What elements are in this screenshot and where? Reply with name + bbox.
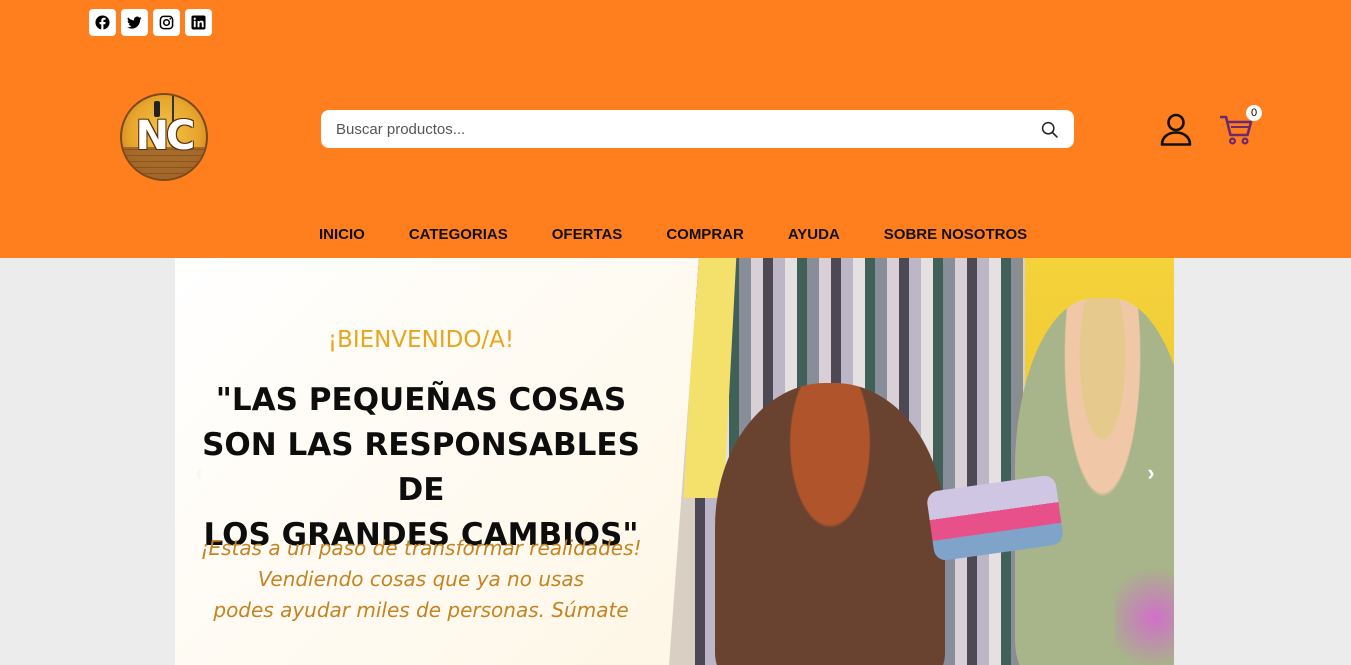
- hero-carousel: ¡BIENVENIDO/A! "LAS PEQUEÑAS COSAS SON L…: [175, 258, 1174, 665]
- linkedin-icon: [191, 15, 206, 30]
- search-input[interactable]: [336, 110, 1026, 148]
- hero-welcome: ¡BIENVENIDO/A!: [327, 327, 515, 353]
- nav-inicio[interactable]: INICIO: [297, 226, 387, 244]
- nav-categorias[interactable]: CATEGORIAS: [387, 226, 530, 244]
- search-bar: [321, 110, 1074, 148]
- quote-line: SON LAS RESPONSABLES DE: [202, 427, 640, 508]
- nav-sobre-nosotros[interactable]: SOBRE NOSOTROS: [862, 226, 1049, 244]
- facebook-icon: [95, 15, 110, 30]
- social-links: [89, 9, 212, 36]
- twitter-icon: [127, 16, 142, 29]
- quote-line: "LAS PEQUEÑAS COSAS: [215, 382, 627, 418]
- nav-comprar[interactable]: COMPRAR: [644, 226, 766, 244]
- instagram-icon: [159, 15, 174, 30]
- subtitle-line: ¡Estas a un paso de transformar realidad…: [200, 536, 642, 560]
- cart-count-badge: 0: [1246, 105, 1262, 121]
- linkedin-link[interactable]: [185, 9, 212, 36]
- photo-woman-left: [715, 383, 945, 665]
- twitter-link[interactable]: [121, 9, 148, 36]
- instagram-link[interactable]: [153, 9, 180, 36]
- carousel-prev-button[interactable]: ‹: [187, 458, 211, 488]
- site-header: NC 0 INICIO CATEGORIAS OFERTAS COMPRAR A…: [0, 0, 1351, 258]
- hero-quote: "LAS PEQUEÑAS COSAS SON LAS RESPONSABLES…: [175, 378, 667, 558]
- user-icon[interactable]: [1159, 112, 1193, 146]
- main-nav: INICIO CATEGORIAS OFERTAS COMPRAR AYUDA …: [297, 226, 1049, 244]
- nav-ayuda[interactable]: AYUDA: [766, 226, 862, 244]
- photo-glow: [1115, 558, 1174, 665]
- nav-ofertas[interactable]: OFERTAS: [530, 226, 645, 244]
- hero-subtitle: ¡Estas a un paso de transformar realidad…: [175, 533, 667, 626]
- carousel-next-button[interactable]: ›: [1139, 458, 1163, 488]
- subtitle-line: podes ayudar miles de personas. Súmate: [213, 598, 629, 622]
- facebook-link[interactable]: [89, 9, 116, 36]
- site-logo[interactable]: NC: [120, 93, 208, 181]
- search-icon[interactable]: [1041, 121, 1058, 138]
- logo-text: NC: [135, 113, 196, 159]
- subtitle-line: Vendiendo cosas que ya no usas: [257, 567, 585, 591]
